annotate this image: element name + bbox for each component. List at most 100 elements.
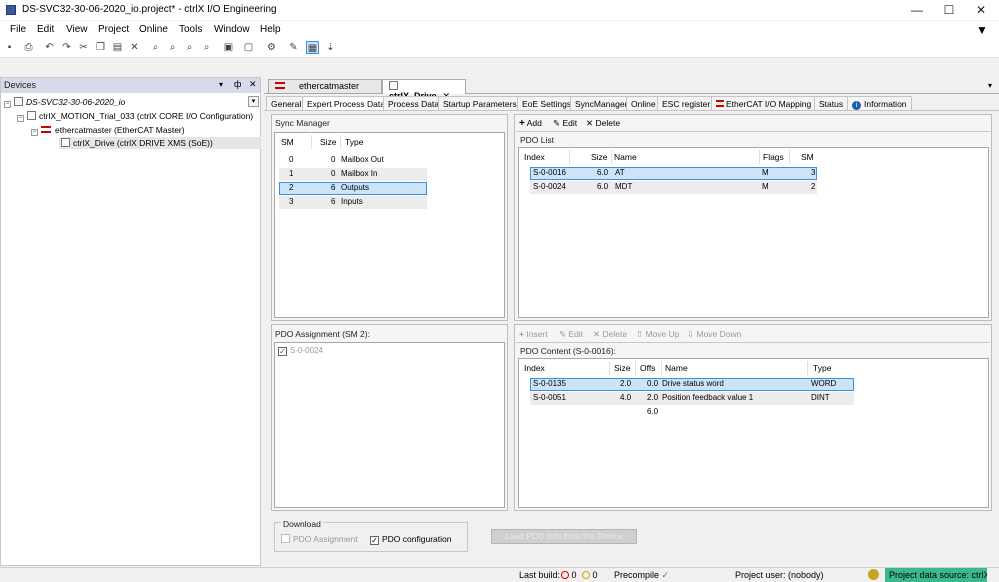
col-divider — [661, 361, 662, 375]
warning-count-value: 0 — [592, 570, 598, 580]
menu-tools[interactable]: Tools — [179, 24, 202, 35]
table-row-selected[interactable]: S-0-0016 6.0 AT M 3 — [530, 167, 817, 180]
delete-content-button[interactable]: ✕ Delete — [593, 329, 627, 340]
table-row-selected[interactable]: S-0-0135 2.0 0.0 Drive status word WORD — [530, 378, 854, 391]
tabs-dropdown-icon[interactable]: ▾ — [988, 81, 992, 90]
move-up-button[interactable]: ⇧ Move Up — [636, 329, 680, 340]
edit-content-button[interactable]: ✎ Edit — [559, 329, 583, 340]
tab-online[interactable]: Online — [626, 96, 661, 110]
tree-item-ctrlx-drive[interactable]: ctrlX_Drive (ctrlX DRIVE XMS (SoE)) — [59, 137, 261, 149]
delete-button[interactable]: ✕ Delete — [586, 118, 620, 129]
pin-icon[interactable]: ⇣ — [324, 41, 337, 54]
project-data-source[interactable]: Project data source: ctrlX — [885, 568, 987, 582]
cell-size: 6 — [331, 197, 336, 206]
doc-tab-ethercatmaster[interactable]: ethercatmaster — [268, 79, 382, 93]
table-row-selected[interactable]: 2 6 Outputs — [279, 182, 427, 195]
load-pdo-info-button[interactable]: Load PDO Info from the Device — [491, 529, 637, 544]
pdo-configuration-option[interactable]: ✓ PDO configuration — [370, 534, 451, 545]
checkbox-icon[interactable] — [281, 534, 290, 543]
table-row[interactable]: 3 6 Inputs — [279, 196, 427, 209]
collapse-icon[interactable]: − — [31, 129, 38, 136]
delete-icon[interactable]: ✕ — [128, 41, 141, 54]
pdo-assignment-item[interactable]: ✓ S-0-0024 — [278, 346, 323, 356]
copy-icon[interactable]: ❐ — [94, 41, 107, 54]
tab-process-data[interactable]: Process Data — [383, 96, 445, 110]
close-button[interactable]: ✕ — [966, 2, 996, 18]
checkbox-checked-icon[interactable]: ✓ — [370, 536, 379, 545]
replace-icon[interactable]: ⌕ — [183, 41, 196, 54]
tree-item-project[interactable]: − DS-SVC32-30-06-2020_io — [4, 97, 125, 108]
minimize-button[interactable]: — — [902, 2, 932, 18]
pdo-content-group: + Insert ✎ Edit ✕ Delete ⇧ Move Up ⇩ Mov… — [514, 324, 992, 511]
table-row[interactable]: S-0-0051 4.0 2.0 Position feedback value… — [530, 392, 854, 405]
col-divider — [340, 135, 341, 149]
paste-icon[interactable]: ▤ — [111, 41, 124, 54]
tree-item-ethercatmaster[interactable]: − ethercatmaster (EtherCAT Master) — [31, 125, 185, 136]
tab-eoe-settings[interactable]: EoE Settings — [517, 96, 577, 110]
tree-scroll-down-icon[interactable]: ▾ — [248, 96, 259, 107]
table-row[interactable]: 0 0 Mailbox Out — [279, 154, 427, 167]
tab-ethercat-io-mapping[interactable]: EtherCAT I/O Mapping — [711, 96, 817, 110]
print-icon[interactable]: ⎙ — [22, 41, 35, 54]
undo-icon[interactable]: ↶ — [43, 41, 56, 54]
menu-edit[interactable]: Edit — [37, 24, 54, 35]
cell-sm: 2 — [811, 182, 816, 191]
redo-icon[interactable]: ↷ — [60, 41, 73, 54]
active-tool-icon[interactable]: ▦ — [306, 41, 319, 54]
window-icon[interactable]: ▣ — [222, 41, 235, 54]
menu-project[interactable]: Project — [98, 24, 129, 35]
edit-label: Edit — [562, 118, 578, 128]
find-previous-icon[interactable]: ⌕ — [200, 41, 213, 54]
new-item-icon[interactable]: ▢ — [242, 41, 255, 54]
dropdown-icon[interactable]: ▾ — [219, 80, 223, 89]
collapse-icon[interactable]: − — [4, 101, 11, 108]
tab-status[interactable]: Status — [814, 96, 849, 110]
tool-icon[interactable]: ✎ — [287, 41, 300, 54]
find-next-icon[interactable]: ⌕ — [166, 41, 179, 54]
tab-label: Information — [864, 99, 907, 109]
tab-information[interactable]: i Information — [847, 96, 912, 110]
download-title: Download — [281, 519, 323, 529]
menu-online[interactable]: Online — [139, 24, 168, 35]
find-icon[interactable]: ⌕ — [149, 41, 162, 54]
doc-tab-ctrlx-drive[interactable]: ctrlX_Drive✕ — [382, 79, 466, 101]
collapse-icon[interactable]: − — [17, 115, 24, 122]
move-down-label: Move Down — [696, 329, 742, 339]
insert-button[interactable]: + Insert — [519, 329, 548, 339]
menu-file[interactable]: File — [10, 24, 26, 35]
tab-expert-process-data[interactable]: Expert Process Data — [302, 96, 390, 111]
tree-item-motion[interactable]: − ctrlX_MOTION_Trial_033 (ctrlX CORE I/O … — [17, 111, 253, 122]
menu-help[interactable]: Help — [260, 24, 281, 35]
add-button[interactable]: + Add — [519, 118, 542, 129]
col-divider — [311, 135, 312, 149]
toolbar: ▪ ⎙ ↶ ↷ ✂ ❐ ▤ ✕ ⌕ ⌕ ⌕ ⌕ ▣ ▢ ⚙ ✎ ▦ ⇣ — [0, 38, 999, 58]
menu-view[interactable]: View — [66, 24, 88, 35]
maximize-button[interactable]: ☐ — [934, 2, 964, 18]
tab-startup-parameters[interactable]: Startup Parameters — [438, 96, 522, 110]
tab-syncmanager[interactable]: SyncManager — [570, 96, 633, 110]
close-panel-icon[interactable]: ✕ — [249, 79, 257, 90]
filter-icon[interactable]: ▼ — [976, 23, 988, 37]
pdo-assignment-list: ✓ S-0-0024 — [274, 342, 505, 508]
cut-icon[interactable]: ✂ — [77, 41, 90, 54]
drive-icon — [61, 138, 70, 147]
option-label: PDO configuration — [382, 534, 452, 544]
save-icon[interactable]: ▪ — [3, 41, 16, 54]
ethercat-icon — [275, 82, 285, 89]
pin-panel-icon[interactable]: ф — [234, 79, 241, 89]
tab-esc-register[interactable]: ESC register — [657, 96, 716, 110]
app-icon — [6, 5, 16, 15]
pdo-assignment-option[interactable]: PDO Assignment — [281, 534, 358, 544]
user-icon[interactable] — [868, 569, 879, 580]
table-row[interactable]: 1 0 Mailbox In — [279, 168, 427, 181]
configure-icon[interactable]: ⚙ — [265, 41, 278, 54]
tab-general[interactable]: General — [266, 96, 307, 110]
table-row[interactable]: 6.0 — [530, 406, 854, 419]
delete-label: Delete — [602, 329, 628, 339]
move-down-button[interactable]: ⇩ Move Down — [687, 329, 741, 340]
edit-button[interactable]: ✎ Edit — [553, 118, 577, 129]
error-count: 0 — [561, 570, 577, 580]
menu-window[interactable]: Window — [214, 24, 250, 35]
checkbox-checked-icon[interactable]: ✓ — [278, 347, 287, 356]
table-row[interactable]: S-0-0024 6.0 MDT M 2 — [530, 181, 817, 194]
